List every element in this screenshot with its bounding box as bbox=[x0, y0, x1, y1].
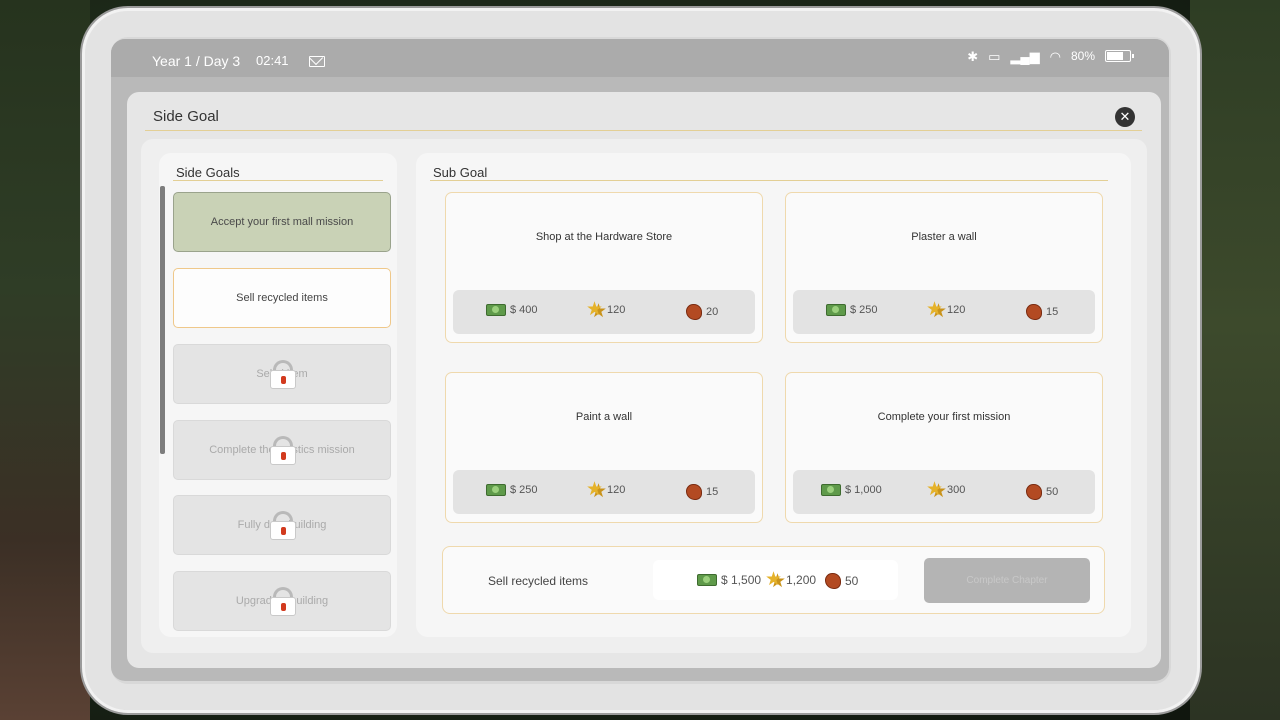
brick-icon bbox=[1026, 484, 1042, 500]
status-icons: ✱ ▭ ▂▄▆ ◠ 80% bbox=[967, 48, 1134, 64]
brick-reward: 15 bbox=[1026, 304, 1058, 320]
sub-goal-card-title: Complete your first mission bbox=[877, 411, 1011, 423]
cash-icon bbox=[826, 304, 846, 316]
cash-icon bbox=[697, 574, 717, 586]
star-icon: ★ bbox=[926, 299, 944, 320]
background-right bbox=[1190, 0, 1280, 720]
xp-reward: ★ 120 bbox=[926, 299, 966, 320]
sub-goal-card[interactable]: Shop at the Hardware Store $ 400 ★ 120 20 bbox=[445, 192, 763, 343]
reward-bar: $ 250 ★ 120 15 bbox=[793, 290, 1095, 334]
status-bar: Year 1 / Day 3 02:41 ✱ ▭ ▂▄▆ ◠ 80% bbox=[111, 39, 1169, 77]
sub-goal-title: Sub Goal bbox=[433, 165, 488, 180]
cash-value: $ 250 bbox=[510, 484, 538, 496]
brick-reward: 15 bbox=[686, 484, 718, 500]
panel-content: Side Goals Accept your first mall missio… bbox=[141, 139, 1147, 653]
xp-value: 1,200 bbox=[786, 573, 817, 587]
brick-icon bbox=[825, 573, 841, 589]
side-goals-scrollbar[interactable] bbox=[160, 186, 165, 454]
xp-value: 300 bbox=[947, 484, 966, 496]
side-goal-label: Sell recycled items bbox=[236, 292, 328, 304]
star-icon: ★ bbox=[586, 299, 604, 320]
panel-title: Side Goal bbox=[153, 108, 219, 125]
complete-chapter-button[interactable]: Complete Chapter bbox=[924, 558, 1090, 603]
brick-icon bbox=[1026, 304, 1042, 320]
battery-icon bbox=[1105, 50, 1134, 62]
xp-reward: ★ 300 bbox=[926, 479, 966, 500]
wifi-icon: ◠ bbox=[1049, 48, 1061, 64]
cash-reward: $ 1,000 bbox=[821, 484, 882, 496]
time-label: 02:41 bbox=[256, 53, 289, 68]
reward-bar: $ 250 ★ 120 15 bbox=[453, 470, 755, 514]
side-goal-item[interactable]: Accept your first mall mission bbox=[173, 192, 391, 252]
sub-goal-divider bbox=[430, 180, 1108, 181]
xp-reward: ★ 1,200 bbox=[765, 569, 817, 590]
reward-bar: $ 400 ★ 120 20 bbox=[453, 290, 755, 334]
sub-goal-section: Sub Goal Shop at the Hardware Store $ 40… bbox=[416, 153, 1131, 637]
title-divider bbox=[145, 130, 1142, 131]
cash-value: $ 1,500 bbox=[721, 573, 762, 587]
mail-icon[interactable] bbox=[309, 56, 325, 67]
sub-goal-card-title: Plaster a wall bbox=[911, 231, 977, 243]
star-icon: ★ bbox=[586, 479, 604, 500]
lock-icon bbox=[270, 587, 296, 617]
cash-value: $ 400 bbox=[510, 304, 538, 316]
cash-icon bbox=[821, 484, 841, 496]
side-goal-item-locked[interactable]: Upgrade e building bbox=[173, 571, 391, 631]
side-goal-item-locked[interactable]: Complete the ogistics mission bbox=[173, 420, 391, 480]
background-left bbox=[0, 0, 90, 720]
side-goal-label: Accept your first mall mission bbox=[210, 216, 354, 228]
sub-goal-card[interactable]: Complete your first mission $ 1,000 ★ 300… bbox=[785, 372, 1103, 523]
bluetooth-icon: ✱ bbox=[967, 48, 979, 64]
brick-value: 50 bbox=[845, 574, 859, 588]
xp-value: 120 bbox=[947, 304, 966, 316]
brick-reward: 20 bbox=[686, 304, 718, 320]
side-goal-item-locked[interactable]: Fully de a building bbox=[173, 495, 391, 555]
signal-icon: ▂▄▆ bbox=[1010, 48, 1040, 64]
side-goals-divider bbox=[173, 180, 383, 181]
cash-icon bbox=[486, 484, 506, 496]
brick-value: 15 bbox=[1046, 306, 1059, 318]
cash-value: $ 1,000 bbox=[845, 484, 882, 496]
lock-icon bbox=[270, 436, 296, 466]
brick-icon bbox=[686, 304, 702, 320]
date-label: Year 1 / Day 3 bbox=[152, 53, 241, 69]
chapter-reward-bar: $ 1,500 ★ 1,200 50 bbox=[653, 560, 898, 600]
star-icon: ★ bbox=[765, 569, 783, 590]
chapter-goal-bar: Sell recycled items $ 1,500 ★ 1,200 50 Co… bbox=[442, 546, 1105, 614]
xp-value: 120 bbox=[607, 484, 626, 496]
sub-goal-card-title: Shop at the Hardware Store bbox=[535, 231, 673, 243]
sub-goal-card[interactable]: Paint a wall $ 250 ★ 120 15 bbox=[445, 372, 763, 523]
star-icon: ★ bbox=[926, 479, 944, 500]
battery-percent: 80% bbox=[1070, 49, 1095, 63]
brick-reward: 50 bbox=[1026, 484, 1058, 500]
side-goals-title: Side Goals bbox=[176, 165, 240, 180]
sim-icon: ▭ bbox=[988, 48, 1001, 64]
xp-value: 120 bbox=[607, 304, 626, 316]
xp-reward: ★ 120 bbox=[586, 479, 626, 500]
side-goal-item[interactable]: Sell recycled items bbox=[173, 268, 391, 328]
brick-value: 50 bbox=[1046, 486, 1059, 498]
brick-icon bbox=[686, 484, 702, 500]
tablet-screen: Year 1 / Day 3 02:41 ✱ ▭ ▂▄▆ ◠ 80% Side … bbox=[111, 39, 1169, 681]
sub-goal-card[interactable]: Plaster a wall $ 250 ★ 120 15 bbox=[785, 192, 1103, 343]
sub-goal-card-title: Paint a wall bbox=[575, 411, 633, 423]
cash-reward: $ 1,500 bbox=[697, 573, 761, 587]
side-goals-list: Side Goals Accept your first mall missio… bbox=[159, 153, 397, 637]
brick-value: 15 bbox=[706, 486, 719, 498]
side-goal-item-locked[interactable]: Sell d item bbox=[173, 344, 391, 404]
chapter-title: Sell recycled items bbox=[488, 574, 589, 588]
brick-reward: 50 bbox=[825, 573, 858, 589]
lock-icon bbox=[270, 511, 296, 541]
close-icon[interactable]: ✕ bbox=[1115, 107, 1135, 127]
cash-reward: $ 400 bbox=[486, 304, 538, 316]
cash-reward: $ 250 bbox=[486, 484, 538, 496]
brick-value: 20 bbox=[706, 306, 719, 318]
cash-reward: $ 250 bbox=[826, 304, 878, 316]
reward-bar: $ 1,000 ★ 300 50 bbox=[793, 470, 1095, 514]
side-goal-panel: Side Goal ✕ Side Goals Accept your first… bbox=[127, 92, 1161, 668]
lock-icon bbox=[270, 360, 296, 390]
cash-value: $ 250 bbox=[850, 304, 878, 316]
cash-icon bbox=[486, 304, 506, 316]
xp-reward: ★ 120 bbox=[586, 299, 626, 320]
